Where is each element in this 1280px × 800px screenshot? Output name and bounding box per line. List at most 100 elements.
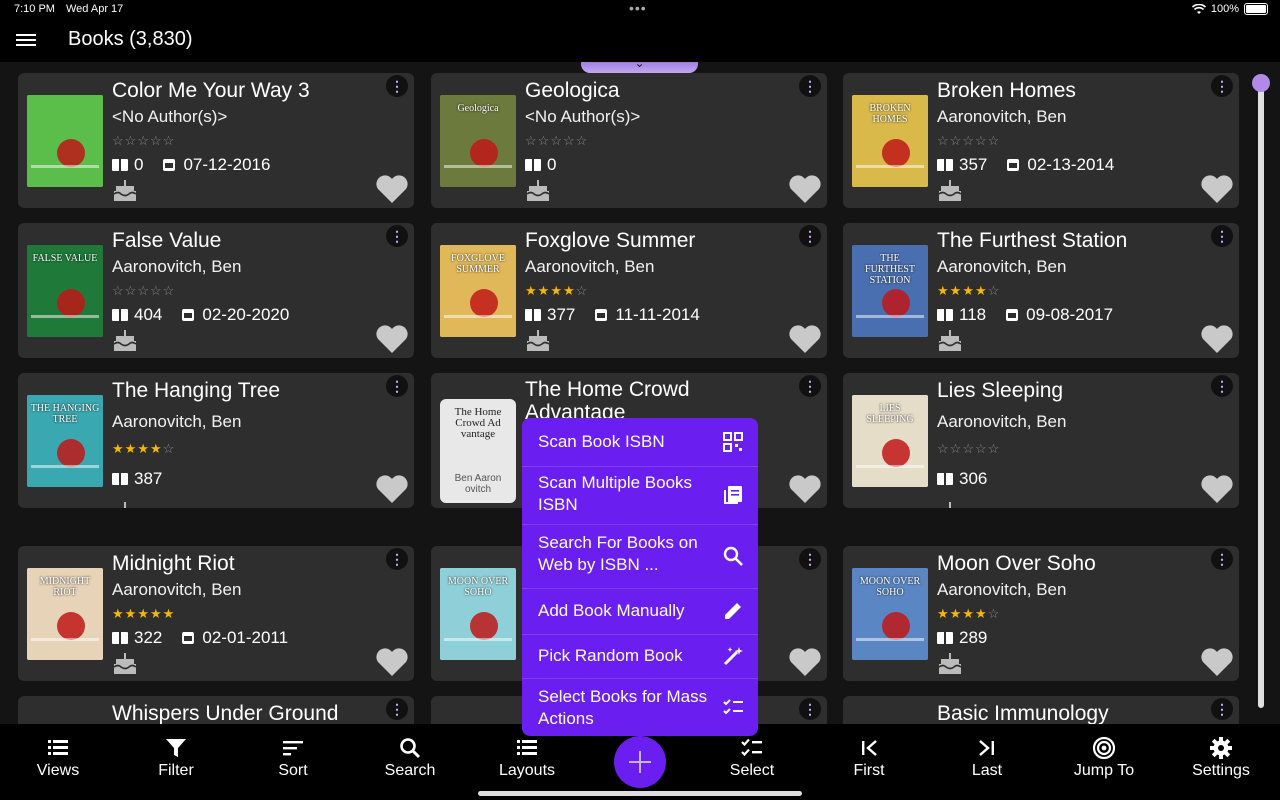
fab-menu-item[interactable]: Scan Multiple Books ISBN: [522, 466, 758, 525]
more-options-icon[interactable]: ⋮: [799, 548, 821, 570]
battery-icon: [1244, 3, 1268, 15]
more-options-icon[interactable]: ⋮: [799, 225, 821, 247]
book-card[interactable]: LIES SLEEPING Lies Sleeping Aaronovitch, …: [843, 373, 1239, 508]
book-cover[interactable]: The Home Crowd Ad vantage Ben Aaron ovit…: [440, 399, 516, 503]
nav-jump-to-button[interactable]: Jump To: [1054, 736, 1154, 780]
nav-search-button[interactable]: Search: [360, 736, 460, 780]
birthday-cake-icon: [526, 330, 550, 351]
book-card[interactable]: Whispers Under Ground ⋮: [18, 696, 414, 724]
book-card[interactable]: THE FURTHEST STATION The Furthest Statio…: [843, 223, 1239, 358]
favorite-heart-icon[interactable]: [375, 474, 409, 504]
scrollbar-track[interactable]: [1258, 78, 1264, 708]
more-options-icon[interactable]: ⋮: [799, 375, 821, 397]
hamburger-menu-icon[interactable]: [16, 32, 36, 48]
fab-menu-item[interactable]: Pick Random Book: [522, 634, 758, 679]
cover-title: BROKEN HOMES: [869, 103, 911, 125]
book-cover[interactable]: THE FURTHEST STATION: [852, 245, 928, 337]
star-rating[interactable]: ☆☆☆☆☆: [112, 283, 175, 299]
book-title: False Value: [112, 229, 222, 252]
nav-select-button[interactable]: Select: [702, 736, 802, 780]
nav-settings-button[interactable]: Settings: [1171, 736, 1271, 780]
book-card[interactable]: Geologica Geologica <No Author(s)> ☆☆☆☆☆ 0…: [431, 73, 827, 208]
book-card[interactable]: Basic Immunology ⋮: [843, 696, 1239, 724]
book-card[interactable]: MOON OVER SOHO Moon Over Soho Aaronovitch…: [843, 546, 1239, 681]
nav-sort-button[interactable]: Sort: [243, 736, 343, 780]
chevron-down-icon: ⌄: [634, 62, 645, 70]
star-rating[interactable]: ★★★★☆: [525, 283, 588, 299]
more-options-icon[interactable]: ⋮: [799, 698, 821, 720]
book-cover[interactable]: LIES SLEEPING: [852, 395, 928, 487]
add-book-menu: Scan Book ISBN Scan Multiple Books ISBN …: [522, 418, 758, 736]
star-rating[interactable]: ☆☆☆☆☆: [937, 441, 1000, 457]
favorite-heart-icon[interactable]: [1200, 324, 1234, 354]
star-rating[interactable]: ★★★★☆: [937, 606, 1000, 622]
book-cover[interactable]: BROKEN HOMES: [852, 95, 928, 187]
favorite-heart-icon[interactable]: [788, 324, 822, 354]
fab-menu-item[interactable]: Add Book Manually: [522, 588, 758, 635]
birthday-cake-icon: [938, 653, 962, 674]
favorite-heart-icon[interactable]: [1200, 647, 1234, 677]
star-rating[interactable]: ★★★★☆: [937, 283, 1000, 299]
star-rating[interactable]: ☆☆☆☆☆: [112, 133, 175, 149]
nav-filter-button[interactable]: Filter: [126, 736, 226, 780]
favorite-heart-icon[interactable]: [375, 174, 409, 204]
book-card[interactable]: MIDNIGHT RIOT Midnight Riot Aaronovitch, …: [18, 546, 414, 681]
favorite-heart-icon[interactable]: [788, 647, 822, 677]
more-options-icon[interactable]: ⋮: [386, 375, 408, 397]
favorite-heart-icon[interactable]: [1200, 474, 1234, 504]
book-cover[interactable]: FALSE VALUE: [27, 245, 103, 337]
book-cover[interactable]: FOXGLOVE SUMMER: [440, 245, 516, 337]
star-rating[interactable]: ☆☆☆☆☆: [525, 133, 588, 149]
pull-down-tab[interactable]: ⌄: [581, 62, 698, 73]
nav-views-button[interactable]: Views: [8, 736, 108, 780]
star-rating[interactable]: ★★★★★: [112, 606, 175, 622]
calendar-icon: [1006, 309, 1019, 321]
favorite-heart-icon[interactable]: [375, 324, 409, 354]
scrollbar-thumb[interactable]: [1252, 74, 1270, 92]
book-author: <No Author(s)>: [112, 107, 228, 126]
nav-first-button[interactable]: First: [819, 736, 919, 780]
more-options-icon[interactable]: ⋮: [386, 225, 408, 247]
fab-menu-item[interactable]: Scan Book ISBN: [522, 418, 758, 467]
more-options-icon[interactable]: ⋮: [386, 75, 408, 97]
fab-menu-item[interactable]: Select Books for Mass Actions: [522, 678, 758, 736]
nav-last-button[interactable]: Last: [937, 736, 1037, 780]
book-card[interactable]: Color Me Your Way 3 <No Author(s)> ☆☆☆☆☆ 0…: [18, 73, 414, 208]
book-cover[interactable]: MOON OVER SOHO: [852, 568, 928, 660]
book-cover[interactable]: Geologica: [440, 95, 516, 187]
cover-title: THE HANGING TREE: [30, 403, 100, 425]
birthday-cake-icon: [124, 502, 126, 508]
book-cover[interactable]: MOON OVER SOHO: [440, 568, 516, 660]
more-options-icon[interactable]: ⋮: [1211, 548, 1233, 570]
book-card[interactable]: THE HANGING TREE The Hanging Tree Aaronov…: [18, 373, 414, 508]
page-count: 306: [959, 469, 988, 488]
book-cover[interactable]: MIDNIGHT RIOT: [27, 568, 103, 660]
book-author: Aaronovitch, Ben: [112, 257, 242, 276]
more-options-icon[interactable]: ⋮: [1211, 375, 1233, 397]
favorite-heart-icon[interactable]: [375, 647, 409, 677]
favorite-heart-icon[interactable]: [788, 174, 822, 204]
book-card[interactable]: FOXGLOVE SUMMER Foxglove Summer Aaronovit…: [431, 223, 827, 358]
book-title: Color Me Your Way 3: [112, 79, 310, 102]
more-options-icon[interactable]: ⋮: [1211, 225, 1233, 247]
favorite-heart-icon[interactable]: [1200, 174, 1234, 204]
add-fab-button[interactable]: [614, 736, 666, 788]
star-rating[interactable]: ☆☆☆☆☆: [937, 133, 1000, 149]
more-options-icon[interactable]: ⋮: [386, 548, 408, 570]
nav-layouts-button[interactable]: Layouts: [477, 736, 577, 780]
page-count: 387: [134, 469, 163, 488]
book-cover[interactable]: THE HANGING TREE: [27, 395, 103, 487]
star-rating[interactable]: ★★★★☆: [112, 441, 175, 457]
more-options-icon[interactable]: ⋮: [386, 698, 408, 720]
birthday-cake-icon: [938, 330, 962, 351]
book-cover[interactable]: [27, 95, 103, 187]
book-card[interactable]: BROKEN HOMES Broken Homes Aaronovitch, Be…: [843, 73, 1239, 208]
more-options-icon[interactable]: ⋮: [799, 75, 821, 97]
fab-menu-item[interactable]: Search For Books on Web by ISBN ...: [522, 524, 758, 589]
favorite-heart-icon[interactable]: [788, 474, 822, 504]
multitasking-dots-icon[interactable]: •••: [629, 0, 647, 16]
home-indicator[interactable]: [478, 791, 802, 796]
more-options-icon[interactable]: ⋮: [1211, 698, 1233, 720]
book-card[interactable]: FALSE VALUE False Value Aaronovitch, Ben ☆…: [18, 223, 414, 358]
more-options-icon[interactable]: ⋮: [1211, 75, 1233, 97]
